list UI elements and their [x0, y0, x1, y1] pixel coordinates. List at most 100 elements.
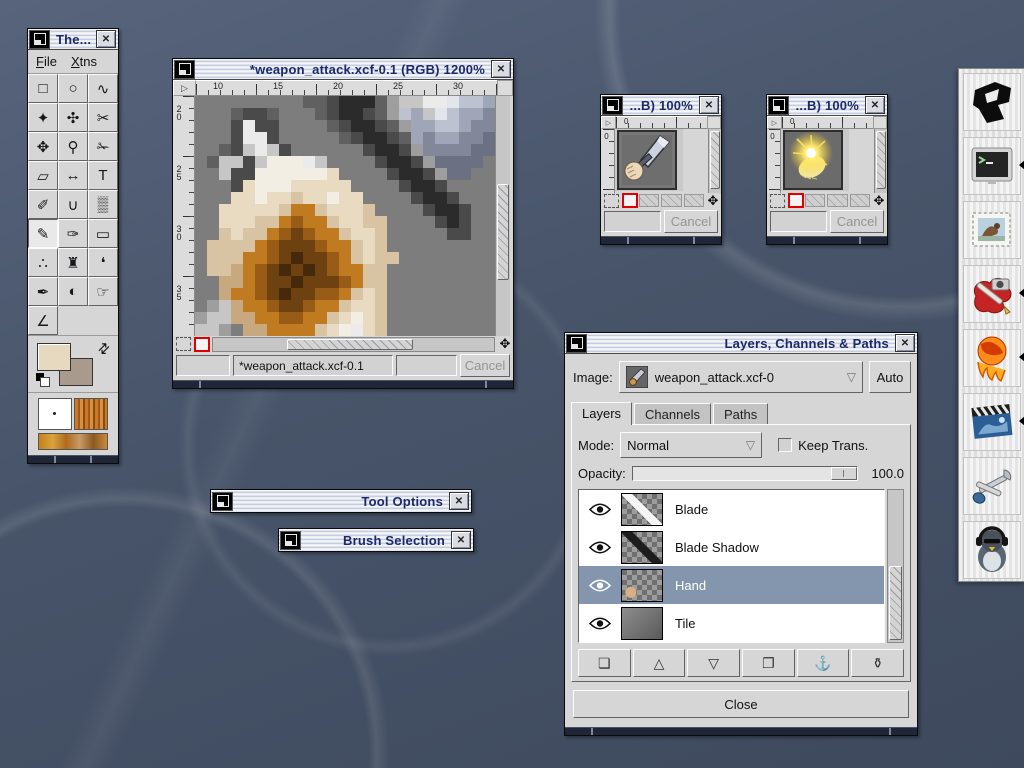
window-menu-button[interactable]: [280, 531, 301, 550]
toolbox-titlebar[interactable]: The... ✕: [28, 29, 118, 50]
tool-options-titlebar[interactable]: Tool Options ✕: [211, 490, 471, 512]
image-window-titlebar[interactable]: *weapon_attack.xcf-0.1 (RGB) 1200% ✕: [173, 59, 513, 80]
tool-clone[interactable]: ♜: [58, 248, 88, 277]
brush-selection-titlebar[interactable]: Brush Selection ✕: [279, 529, 473, 551]
dock-item-gnustep[interactable]: [963, 73, 1021, 131]
selection-toggle-icon[interactable]: [770, 194, 785, 208]
visibility-eye-icon[interactable]: [579, 579, 621, 592]
vertical-scrollbar-thumb[interactable]: [497, 184, 509, 280]
mini-window-titlebar[interactable]: ...B) 100% ✕: [767, 95, 887, 116]
tool-ellipse-select[interactable]: ○: [58, 74, 88, 103]
selection-toggle-icon[interactable]: [604, 194, 619, 208]
dock-item-tools[interactable]: [963, 457, 1021, 515]
dock-item-terminal[interactable]: [963, 137, 1021, 195]
gradient-preview[interactable]: [38, 433, 108, 450]
cancel-button[interactable]: Cancel: [830, 210, 884, 233]
tool-crop[interactable]: ✁: [88, 132, 118, 161]
tool-fuzzy-select[interactable]: ✦: [28, 103, 58, 132]
navigation-icon[interactable]: ✥: [705, 193, 721, 209]
close-icon[interactable]: ✕: [491, 60, 511, 78]
canvas-menu-button[interactable]: ▷: [173, 80, 196, 96]
tab-layers[interactable]: Layers: [571, 402, 632, 425]
tool-eraser[interactable]: ▭: [88, 219, 118, 248]
window-resize-bar[interactable]: [565, 727, 917, 735]
tool-smudge[interactable]: ☞: [88, 277, 118, 306]
window-menu-button[interactable]: [212, 492, 233, 511]
tool-convolve[interactable]: ❛: [88, 248, 118, 277]
foreground-color-swatch[interactable]: [37, 343, 71, 371]
tool-pencil[interactable]: ✎: [28, 219, 58, 248]
anchor-layer-button[interactable]: ⚓: [797, 649, 850, 677]
tool-blend[interactable]: ▒: [88, 190, 118, 219]
tool-ink[interactable]: ✒: [28, 277, 58, 306]
layer-row-blade[interactable]: Blade: [579, 490, 884, 528]
tool-measure[interactable]: ∠: [28, 306, 58, 335]
horizontal-scrollbar-thumb[interactable]: [287, 339, 413, 350]
visibility-eye-icon[interactable]: [579, 617, 621, 630]
window-menu-button[interactable]: [174, 60, 195, 79]
layer-row-hand[interactable]: Hand: [579, 566, 884, 604]
glowing-hand-icon[interactable]: [781, 129, 849, 191]
close-icon[interactable]: ✕: [449, 492, 469, 510]
lower-layer-button[interactable]: ▽: [687, 649, 740, 677]
tool-bezier-select[interactable]: ✣: [58, 103, 88, 132]
new-layer-button[interactable]: ❏: [578, 649, 631, 677]
pattern-preview[interactable]: [74, 398, 108, 430]
visibility-eye-icon[interactable]: [579, 503, 621, 516]
quickmask-toggle-icon[interactable]: [788, 193, 804, 208]
window-menu-button[interactable]: [768, 96, 789, 115]
window-resize-bar[interactable]: [28, 455, 118, 463]
window-resize-bar[interactable]: [601, 236, 721, 244]
opacity-slider-handle[interactable]: [831, 467, 857, 480]
tool-paintbrush[interactable]: ✑: [58, 219, 88, 248]
tool-scissors[interactable]: ✂: [88, 103, 118, 132]
dock-item-paint[interactable]: [963, 265, 1021, 323]
horizontal-scrollbar[interactable]: [212, 337, 495, 352]
close-icon[interactable]: ✕: [96, 30, 116, 48]
auto-button[interactable]: Auto: [869, 361, 911, 393]
visibility-eye-icon[interactable]: [579, 541, 621, 554]
dock-item-browser[interactable]: [963, 329, 1021, 387]
window-menu-button[interactable]: [566, 334, 587, 353]
menu-xtns[interactable]: Xtns: [71, 54, 97, 69]
tool-move[interactable]: ✥: [28, 132, 58, 161]
close-icon[interactable]: ✕: [451, 531, 471, 549]
tab-channels[interactable]: Channels: [634, 403, 711, 424]
tool-rect-select[interactable]: □: [28, 74, 58, 103]
tool-magnify[interactable]: ⚲: [58, 132, 88, 161]
tool-flip[interactable]: ↔: [58, 161, 88, 190]
layer-row-tile[interactable]: Tile: [579, 604, 884, 642]
canvas-menu-button[interactable]: ▷: [601, 116, 616, 129]
default-colors-icon[interactable]: [36, 373, 50, 387]
mode-dropdown[interactable]: Normal ▽: [620, 432, 762, 458]
tool-color-picker[interactable]: ✐: [28, 190, 58, 219]
tool-airbrush[interactable]: ∴: [28, 248, 58, 277]
image-select-dropdown[interactable]: weapon_attack.xcf-0 ▽: [619, 361, 863, 393]
raise-layer-button[interactable]: △: [633, 649, 686, 677]
keep-trans-checkbox[interactable]: [778, 438, 792, 452]
layer-row-blade-shadow[interactable]: Blade Shadow: [579, 528, 884, 566]
selection-toggle-icon[interactable]: [176, 337, 191, 351]
canvas-menu-button[interactable]: ▷: [767, 116, 782, 129]
close-button[interactable]: Close: [573, 690, 909, 718]
close-icon[interactable]: ✕: [895, 334, 915, 352]
layers-dialog-titlebar[interactable]: Layers, Channels & Paths ✕: [565, 333, 917, 354]
close-icon[interactable]: ✕: [699, 96, 719, 114]
swap-colors-icon[interactable]: ⇄: [94, 338, 114, 358]
tool-bucket-fill[interactable]: ∪: [58, 190, 88, 219]
tool-text[interactable]: T: [88, 161, 118, 190]
quickmask-toggle-icon[interactable]: [622, 193, 638, 208]
tool-free-select[interactable]: ∿: [88, 74, 118, 103]
tab-paths[interactable]: Paths: [713, 403, 768, 424]
duplicate-layer-button[interactable]: ❐: [742, 649, 795, 677]
brush-preview[interactable]: [38, 398, 72, 430]
window-menu-button[interactable]: [602, 96, 623, 115]
vertical-scrollbar[interactable]: [708, 129, 721, 193]
tool-dodge-burn[interactable]: ◐: [58, 277, 88, 306]
navigation-icon[interactable]: ✥: [497, 336, 513, 352]
cancel-button[interactable]: Cancel: [460, 354, 510, 377]
dock-item-audio[interactable]: [963, 521, 1021, 579]
sword-hand-icon[interactable]: [615, 129, 683, 191]
opacity-slider[interactable]: [632, 466, 858, 481]
close-icon[interactable]: ✕: [865, 96, 885, 114]
